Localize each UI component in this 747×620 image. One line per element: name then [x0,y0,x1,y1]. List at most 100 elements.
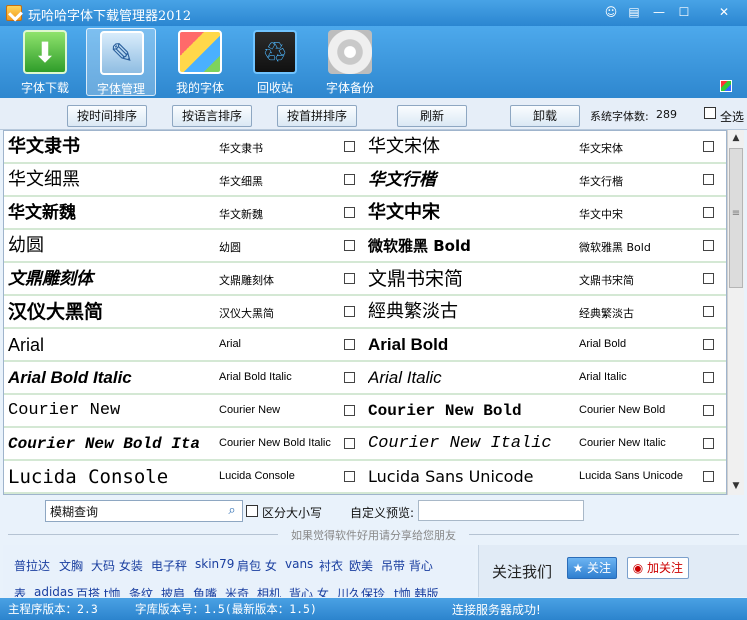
fuzzy-search-input[interactable] [45,500,243,522]
tag-link[interactable]: 吊带 背心 [381,557,433,574]
tool-label: 回收站 [256,81,293,95]
font-checkbox[interactable] [703,372,714,383]
qq-follow-label: 关注 [587,561,612,575]
tag-link[interactable]: 文胸 [59,557,83,574]
font-checkbox[interactable] [703,141,714,152]
custom-preview-input[interactable] [418,500,584,521]
sort-by-pinyin-button[interactable]: 按首拼排序 [277,105,357,127]
qq-follow-button[interactable]: ★ 关注 [567,557,617,579]
font-checkbox[interactable] [344,339,355,350]
chat-icon[interactable]: ☺ [600,3,622,21]
tool-font-backup[interactable]: 字体备份 [315,28,385,96]
tag-link[interactable]: skin79 [195,557,234,571]
font-checkbox[interactable] [344,273,355,284]
tag-link[interactable]: 披肩 [161,585,185,597]
tag-link[interactable]: 米奇 [225,585,249,597]
palette-icon[interactable] [720,80,732,92]
font-preview: 幼圆 [8,235,44,256]
case-sensitive-checkbox[interactable] [246,505,258,517]
font-checkbox[interactable] [703,438,714,449]
download-icon [23,30,67,74]
font-checkbox[interactable] [703,207,714,218]
font-name: 华文细黑 [219,175,263,188]
font-checkbox[interactable] [344,174,355,185]
tag-link[interactable]: 表 [14,585,26,597]
tag-link[interactable]: 大码 女装 [91,557,143,574]
manage-icon [100,31,144,75]
font-checkbox[interactable] [344,471,355,482]
font-checkbox[interactable] [344,438,355,449]
tool-label: 字体管理 [96,82,145,96]
font-row: 华文隶书 华文隶书 华文宋体 华文宋体 [4,131,726,164]
select-all-checkbox[interactable] [704,107,716,119]
font-list: 华文隶书 华文隶书 华文宋体 华文宋体 华文细黑 华文细黑 华文行楷 华文行楷 … [3,130,727,495]
uninstall-button[interactable]: 卸载 [510,105,580,127]
font-preview: Courier New Bold Ita [8,435,201,453]
minimize-icon[interactable]: — [648,3,670,21]
tool-font-download[interactable]: 字体下载 [10,28,80,96]
tag-link[interactable]: 衬衣 [319,557,343,574]
tag-link[interactable]: 普拉达 [14,557,50,574]
font-checkbox[interactable] [703,405,714,416]
custom-preview-label: 自定义预览: [350,506,415,520]
maximize-icon[interactable]: ☐ [673,3,695,21]
tool-my-fonts[interactable]: 我的字体 [165,28,235,96]
close-icon[interactable]: ✕ [704,3,744,21]
refresh-button[interactable]: 刷新 [397,105,467,127]
font-row: 幼圆 幼圆 微软雅黑 Bold 微软雅黑 Bold [4,230,726,263]
tag-link[interactable]: 相机 [257,585,281,597]
font-checkbox[interactable] [344,141,355,152]
font-checkbox[interactable] [344,405,355,416]
font-preview: Arial Bold [368,335,449,354]
font-checkbox[interactable] [344,240,355,251]
tag-link[interactable]: adidas [34,585,74,597]
font-checkbox[interactable] [703,306,714,317]
font-checkbox[interactable] [703,273,714,284]
font-preview: Lucida Console [8,466,169,488]
font-checkbox[interactable] [344,306,355,317]
tag-link[interactable]: 川久保玲 [337,585,385,597]
font-name: 华文中宋 [579,208,623,221]
scroll-down-icon[interactable]: ▼ [728,478,744,494]
select-all-label: 全选 [720,110,745,124]
font-checkbox[interactable] [703,339,714,350]
sort-by-language-button[interactable]: 按语言排序 [172,105,252,127]
weibo-follow-button[interactable]: ◉ 加关注 [627,557,689,579]
scroll-up-icon[interactable]: ▲ [728,130,744,146]
font-checkbox[interactable] [703,174,714,185]
font-preview: Arial Bold Italic [8,368,132,387]
font-preview: Courier New Italic [368,434,552,453]
tag-link[interactable]: 背心 女 [289,585,329,597]
case-sensitive-label: 区分大小写 [262,506,323,520]
tag-link[interactable]: t恤 韩版 [394,585,439,597]
font-list-scrollbar[interactable]: ▲ ≡ ▼ [727,130,744,495]
font-row: Lucida Console Lucida Console Lucida San… [4,461,726,494]
font-preview: 經典繁淡古 [368,301,458,322]
tag-link[interactable]: vans [285,557,313,571]
font-name: Arial Bold [579,338,627,350]
tag-link[interactable]: 鱼嘴 [193,585,217,597]
tag-link[interactable]: 肩包 女 [237,557,277,574]
program-version: 主程序版本：2.3 [8,602,98,616]
tag-link[interactable]: 条纹 [129,585,153,597]
tool-label: 我的字体 [175,81,224,95]
tag-link[interactable]: 百搭 t恤 [76,585,121,597]
search-icon[interactable]: ⌕ [224,503,240,519]
font-name: 汉仪大黑简 [219,307,274,320]
tag-link[interactable]: 欧美 [349,557,373,574]
font-preview: 华文新魏 [8,203,76,223]
skin-icon[interactable]: ▤ [623,3,645,21]
tool-font-manage[interactable]: 字体管理 [86,28,156,96]
font-checkbox[interactable] [703,240,714,251]
font-checkbox[interactable] [703,471,714,482]
font-name: 华文行楷 [579,175,623,188]
font-preview: 华文行楷 [368,170,436,190]
font-checkbox[interactable] [344,372,355,383]
font-preview: 文鼎雕刻体 [8,269,93,289]
tool-recycle-bin[interactable]: 回收站 [240,28,310,96]
font-checkbox[interactable] [344,207,355,218]
font-name: 文鼎雕刻体 [219,274,274,287]
scroll-thumb[interactable]: ≡ [729,148,743,288]
tag-link[interactable]: 电子秤 [151,557,187,574]
sort-by-time-button[interactable]: 按时间排序 [67,105,147,127]
